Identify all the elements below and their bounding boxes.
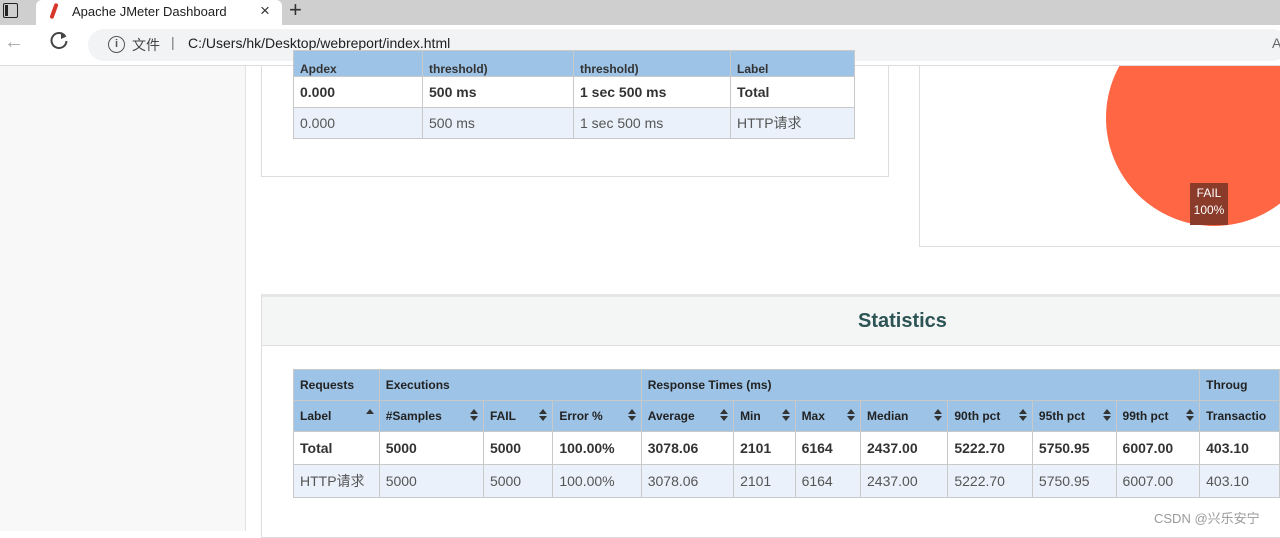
sort-icon: [1186, 409, 1195, 422]
stats-cell: 5000: [482, 464, 554, 498]
group-requests: Requests: [293, 369, 380, 401]
back-button[interactable]: ←: [4, 31, 24, 54]
jmeter-feather-icon: [49, 2, 59, 20]
stats-cell: 5222.70: [947, 464, 1033, 498]
column-header-fail[interactable]: FAIL: [482, 400, 554, 432]
stats-cell: 6007.00: [1115, 431, 1201, 465]
sort-icon: [720, 409, 729, 422]
table-row: Total 5000 5000 100.00% 3078.06 2101 616…: [293, 431, 1280, 465]
stats-cell: 3078.06: [640, 464, 735, 498]
pie-label: FAIL 100%: [1190, 183, 1228, 225]
column-header-95th-pct[interactable]: 95th pct: [1031, 400, 1117, 432]
stats-cell: 6164: [794, 431, 862, 465]
stats-cell: 100.00%: [552, 464, 642, 498]
apdex-header-apdex[interactable]: Apdex: [293, 50, 423, 77]
apdex-cell: 1 sec 500 ms: [573, 107, 731, 139]
apdex-header-tolerated[interactable]: threshold): [573, 50, 731, 77]
requests-summary-panel: FAIL 100%: [919, 66, 1280, 247]
apdex-cell: 500 ms: [422, 107, 574, 139]
tab-title: Apache JMeter Dashboard: [72, 4, 227, 19]
stats-cell: 2437.00: [860, 431, 949, 465]
stats-cell: 6007.00: [1115, 464, 1201, 498]
apdex-cell: 0.000: [293, 76, 423, 108]
statistics-panel-header[interactable]: [262, 297, 1280, 346]
apdex-header-satisfied[interactable]: threshold): [422, 50, 574, 77]
column-header-label[interactable]: Label: [293, 400, 380, 432]
column-header-90th-pct[interactable]: 90th pct: [947, 400, 1033, 432]
apdex-table: Apdex threshold) threshold) Label 0.000 …: [293, 50, 855, 139]
stats-cell: 403.10: [1199, 464, 1280, 498]
tab-strip: Apache JMeter Dashboard × +: [0, 0, 1280, 25]
stats-cell: 100.00%: [552, 431, 642, 465]
reload-icon[interactable]: [48, 30, 70, 52]
apdex-cell: 0.000: [293, 107, 423, 139]
stats-cell: 5000: [482, 431, 554, 465]
table-row: 0.000 500 ms 1 sec 500 ms HTTP请求: [293, 107, 855, 139]
statistics-title: Statistics: [858, 310, 947, 332]
column-header-99th-pct[interactable]: 99th pct: [1115, 400, 1201, 432]
sort-icon: [847, 409, 856, 422]
sort-icon: [781, 409, 790, 422]
stats-cell: 5750.95: [1031, 464, 1117, 498]
stats-cell: 5222.70: [947, 431, 1033, 465]
browser-tab[interactable]: Apache JMeter Dashboard ×: [36, 0, 282, 25]
column-header-min[interactable]: Min: [733, 400, 796, 432]
tab-close-icon[interactable]: ×: [260, 1, 270, 21]
stats-cell: 6164: [794, 464, 862, 498]
sort-icon: [1102, 409, 1111, 422]
stats-cell: 5750.95: [1031, 431, 1117, 465]
apdex-cell: 1 sec 500 ms: [573, 76, 731, 108]
column-header-transactions[interactable]: Transactio: [1199, 400, 1280, 432]
pie-label-name: FAIL: [1196, 186, 1222, 200]
stats-cell: Total: [293, 431, 380, 465]
stats-cell: 2437.00: [860, 464, 949, 498]
column-header-samples[interactable]: #Samples: [378, 400, 484, 432]
sort-icon: [1018, 409, 1027, 422]
apdex-cell: 500 ms: [422, 76, 574, 108]
column-header-max[interactable]: Max: [794, 400, 862, 432]
url-text[interactable]: C:/Users/hk/Desktop/webreport/index.html: [188, 35, 450, 51]
sort-icon: [627, 409, 636, 422]
column-header-median[interactable]: Median: [860, 400, 949, 432]
watermark: CSDN @兴乐安宁: [1154, 511, 1260, 526]
stats-cell: 5000: [378, 431, 484, 465]
group-executions: Executions: [378, 369, 642, 401]
group-response-times: Response Times (ms): [640, 369, 1201, 401]
column-header-average[interactable]: Average: [640, 400, 735, 432]
tab-actions-icon[interactable]: [2, 2, 19, 19]
sort-icon: [469, 409, 478, 422]
stats-cell: HTTP请求: [293, 464, 380, 498]
apdex-header-label[interactable]: Label: [730, 50, 855, 77]
apdex-cell: Total: [730, 76, 855, 108]
stats-cell: 403.10: [1199, 431, 1280, 465]
stats-cell: 2101: [733, 431, 796, 465]
read-aloud-icon[interactable]: A: [1272, 35, 1280, 51]
stats-cell: 3078.06: [640, 431, 735, 465]
sort-icon: [934, 409, 943, 422]
pie-label-percent: 100%: [1193, 203, 1225, 217]
dashboard-sidebar: [0, 66, 246, 531]
site-info-icon[interactable]: i: [108, 36, 125, 53]
url-separator: |: [171, 34, 175, 50]
table-row: HTTP请求 5000 5000 100.00% 3078.06 2101 61…: [293, 464, 1280, 498]
sort-asc-icon: [365, 409, 374, 422]
apdex-cell: HTTP请求: [730, 107, 855, 139]
sort-icon: [539, 409, 548, 422]
url-scheme: 文件: [132, 37, 160, 53]
column-header-error-pct[interactable]: Error %: [552, 400, 642, 432]
stats-cell: 2101: [733, 464, 796, 498]
table-row: 0.000 500 ms 1 sec 500 ms Total: [293, 76, 855, 108]
statistics-table: Requests Executions Response Times (ms) …: [293, 369, 1280, 498]
group-throughput: Throug: [1199, 369, 1280, 401]
new-tab-button[interactable]: +: [289, 0, 302, 23]
stats-cell: 5000: [378, 464, 484, 498]
